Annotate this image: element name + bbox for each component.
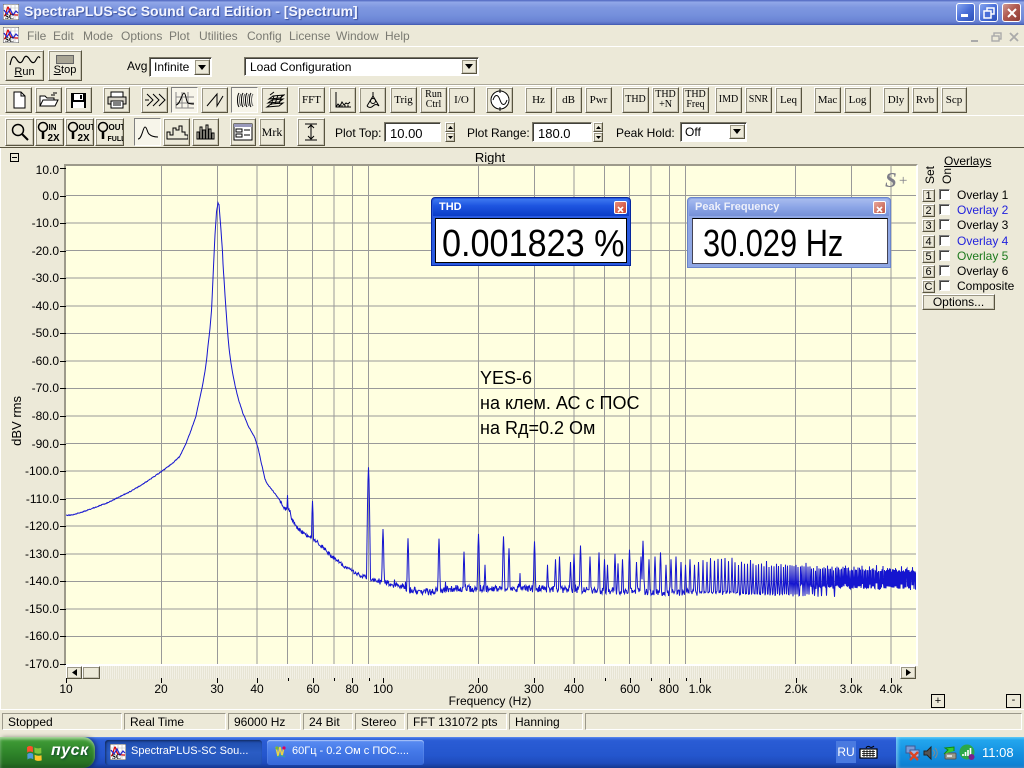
svg-text:+: + (898, 173, 908, 189)
svg-text:OUT: OUT (79, 123, 94, 132)
svg-text:FULL: FULL (108, 136, 124, 143)
svg-text:SC: SC (5, 36, 14, 43)
svg-text:SC: SC (112, 753, 121, 760)
svg-text:2X: 2X (48, 133, 61, 144)
svg-text:SC: SC (5, 13, 14, 20)
svg-text:IN: IN (49, 123, 57, 132)
svg-text:S: S (885, 168, 897, 192)
svg-text:2X: 2X (78, 133, 91, 144)
svg-text:OUT: OUT (109, 123, 124, 132)
